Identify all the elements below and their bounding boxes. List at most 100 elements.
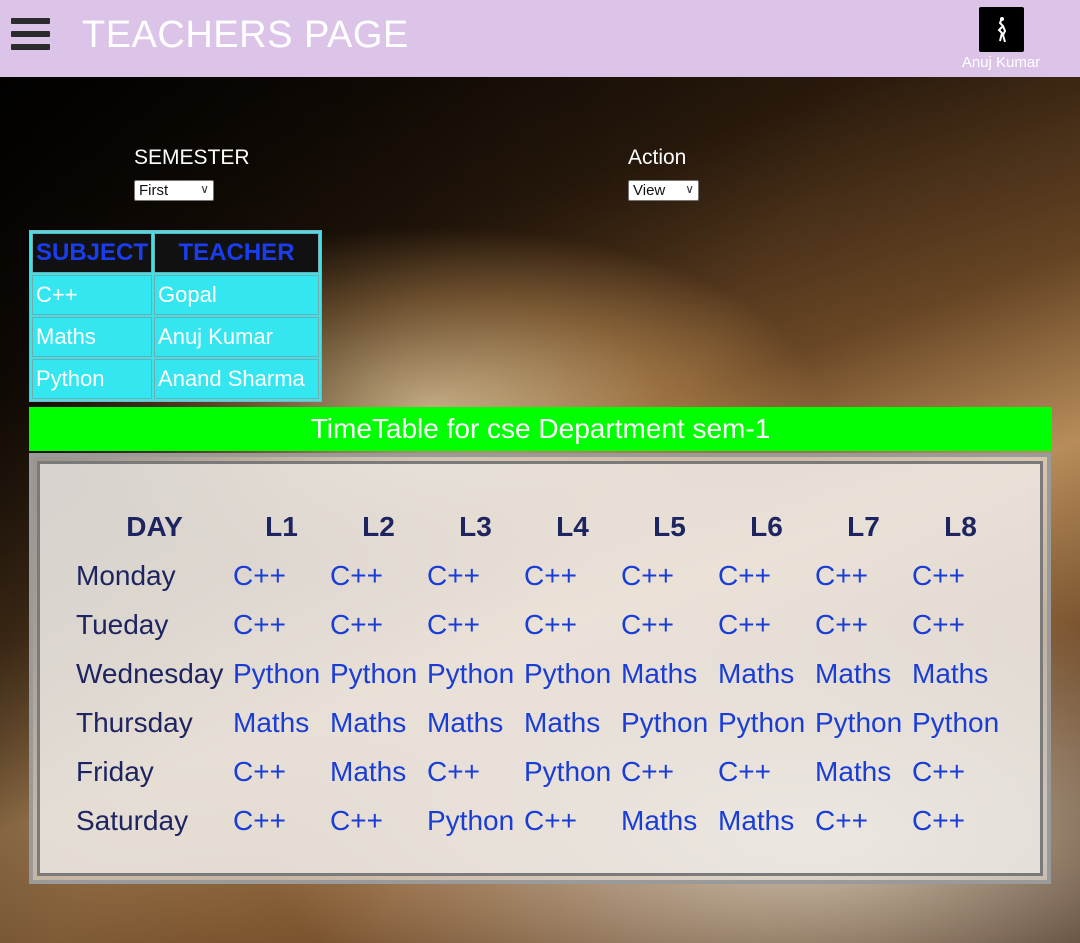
subject-cell: C++ [32,275,153,315]
lecture-cell: Python [524,755,612,787]
lecture-column-header: L3 [459,510,492,542]
lecture-cell: C++ [815,804,868,836]
lecture-column-header: L8 [944,510,977,542]
top-header: TEACHERS PAGE Anuj Kumar [0,0,1080,77]
timetable-table: DAY L1 L2 L3 L4 L5 L6 L7 L8 Monday C++ C++… [76,502,1009,845]
chevron-down-icon: ∨ [200,182,209,196]
lecture-cell: C++ [524,559,577,591]
lecture-cell: C++ [330,608,383,640]
table-row: Thursday Maths Maths Maths Maths Python Python… [76,698,1009,747]
table-row: Saturday C++ C++ Python C++ Maths Maths C++ C++ [76,796,1009,845]
lecture-cell: C++ [330,804,383,836]
lecture-column-header: L6 [750,510,783,542]
lecture-cell: Maths [718,804,795,836]
lecture-column-header: L7 [847,510,880,542]
timetable-title-banner: TimeTable for cse Department sem-1 [29,407,1052,451]
lecture-cell: C++ [912,804,965,836]
lecture-cell: C++ [621,608,674,640]
lecture-cell: C++ [815,608,868,640]
lecture-cell: C++ [233,804,286,836]
user-avatar[interactable] [979,7,1024,52]
lecture-cell: C++ [718,559,771,591]
subject-cell: Python [32,359,153,399]
action-select[interactable]: View ∨ [628,180,699,201]
subject-teacher-table: SUBJECT TEACHER C++ Gopal Maths Anuj Kum… [29,230,323,402]
lecture-cell: Python [330,657,418,689]
page-title: TEACHERS PAGE [82,14,409,56]
lecture-cell: C++ [427,608,480,640]
semester-label: SEMESTER [134,146,250,169]
table-row: Monday C++ C++ C++ C++ C++ C++ C++ C++ [76,551,1009,600]
lecture-cell: Maths [815,657,892,689]
lecture-cell: C++ [233,559,286,591]
lecture-cell: Maths [912,657,989,689]
lecture-cell: C++ [524,804,577,836]
lecture-cell: Maths [427,706,504,738]
teacher-column-header: TEACHER [154,233,320,273]
lecture-cell: C++ [718,608,771,640]
semester-select-value: First [139,182,169,199]
lecture-cell: C++ [233,755,286,787]
lecture-cell: C++ [815,559,868,591]
lecture-cell: Maths [815,755,892,787]
lecture-cell: C++ [233,608,286,640]
day-cell: Tueday [76,608,169,640]
table-row: Wednesday Python Python Python Python Maths Ma… [76,649,1009,698]
lecture-cell: C++ [621,755,674,787]
lecture-cell: Python [621,706,709,738]
day-cell: Friday [76,755,154,787]
lecture-cell: Python [427,804,515,836]
lecture-cell: C++ [330,559,383,591]
teacher-cell: Anuj Kumar [154,317,320,357]
lecture-cell: C++ [718,755,771,787]
lecture-column-header: L5 [653,510,686,542]
action-select-value: View [633,182,666,199]
lecture-cell: Python [233,657,321,689]
hamburger-menu-icon[interactable] [11,18,50,52]
chevron-down-icon: ∨ [685,182,694,196]
lecture-cell: Python [427,657,515,689]
lecture-cell: Maths [718,657,795,689]
lecture-cell: Python [718,706,806,738]
lecture-cell: C++ [912,608,965,640]
lecture-column-header: L2 [362,510,395,542]
day-cell: Wednesday [76,657,224,689]
table-row: Tueday C++ C++ C++ C++ C++ C++ C++ C++ [76,600,1009,649]
lecture-cell: Maths [621,657,698,689]
lecture-cell: Maths [330,755,407,787]
user-name[interactable]: Anuj Kumar [945,54,1057,71]
lecture-cell: C++ [427,755,480,787]
day-cell: Saturday [76,804,189,836]
lecture-cell: C++ [912,559,965,591]
lecture-column-header: L4 [556,510,589,542]
timetable-inner-frame: DAY L1 L2 L3 L4 L5 L6 L7 L8 Monday C++ C++… [37,461,1043,876]
lecture-cell: Maths [524,706,601,738]
teacher-cell: Anand Sharma [154,359,320,399]
timetable-header-row: DAY L1 L2 L3 L4 L5 L6 L7 L8 [76,502,1009,551]
day-cell: Monday [76,559,176,591]
lecture-cell: Python [912,706,1000,738]
table-row: Friday C++ Maths C++ Python C++ C++ Maths C++ [76,747,1009,796]
table-row: Python Anand Sharma [32,359,320,399]
action-label: Action [628,146,687,169]
subject-column-header: SUBJECT [32,233,153,273]
subject-table-header-row: SUBJECT TEACHER [32,233,320,273]
lecture-cell: C++ [427,559,480,591]
day-cell: Thursday [76,706,193,738]
avatar-figure-icon [997,16,1006,42]
lecture-cell: Python [524,657,612,689]
lecture-cell: C++ [912,755,965,787]
semester-select[interactable]: First ∨ [134,180,214,201]
subject-cell: Maths [32,317,153,357]
lecture-cell: Maths [233,706,310,738]
table-row: C++ Gopal [32,275,320,315]
timetable-frame: DAY L1 L2 L3 L4 L5 L6 L7 L8 Monday C++ C++… [29,453,1051,884]
lecture-cell: Maths [621,804,698,836]
table-row: Maths Anuj Kumar [32,317,320,357]
lecture-column-header: L1 [265,510,298,542]
lecture-cell: C++ [621,559,674,591]
lecture-cell: Python [815,706,903,738]
lecture-cell: Maths [330,706,407,738]
teacher-cell: Gopal [154,275,320,315]
day-column-header: DAY [126,510,183,542]
